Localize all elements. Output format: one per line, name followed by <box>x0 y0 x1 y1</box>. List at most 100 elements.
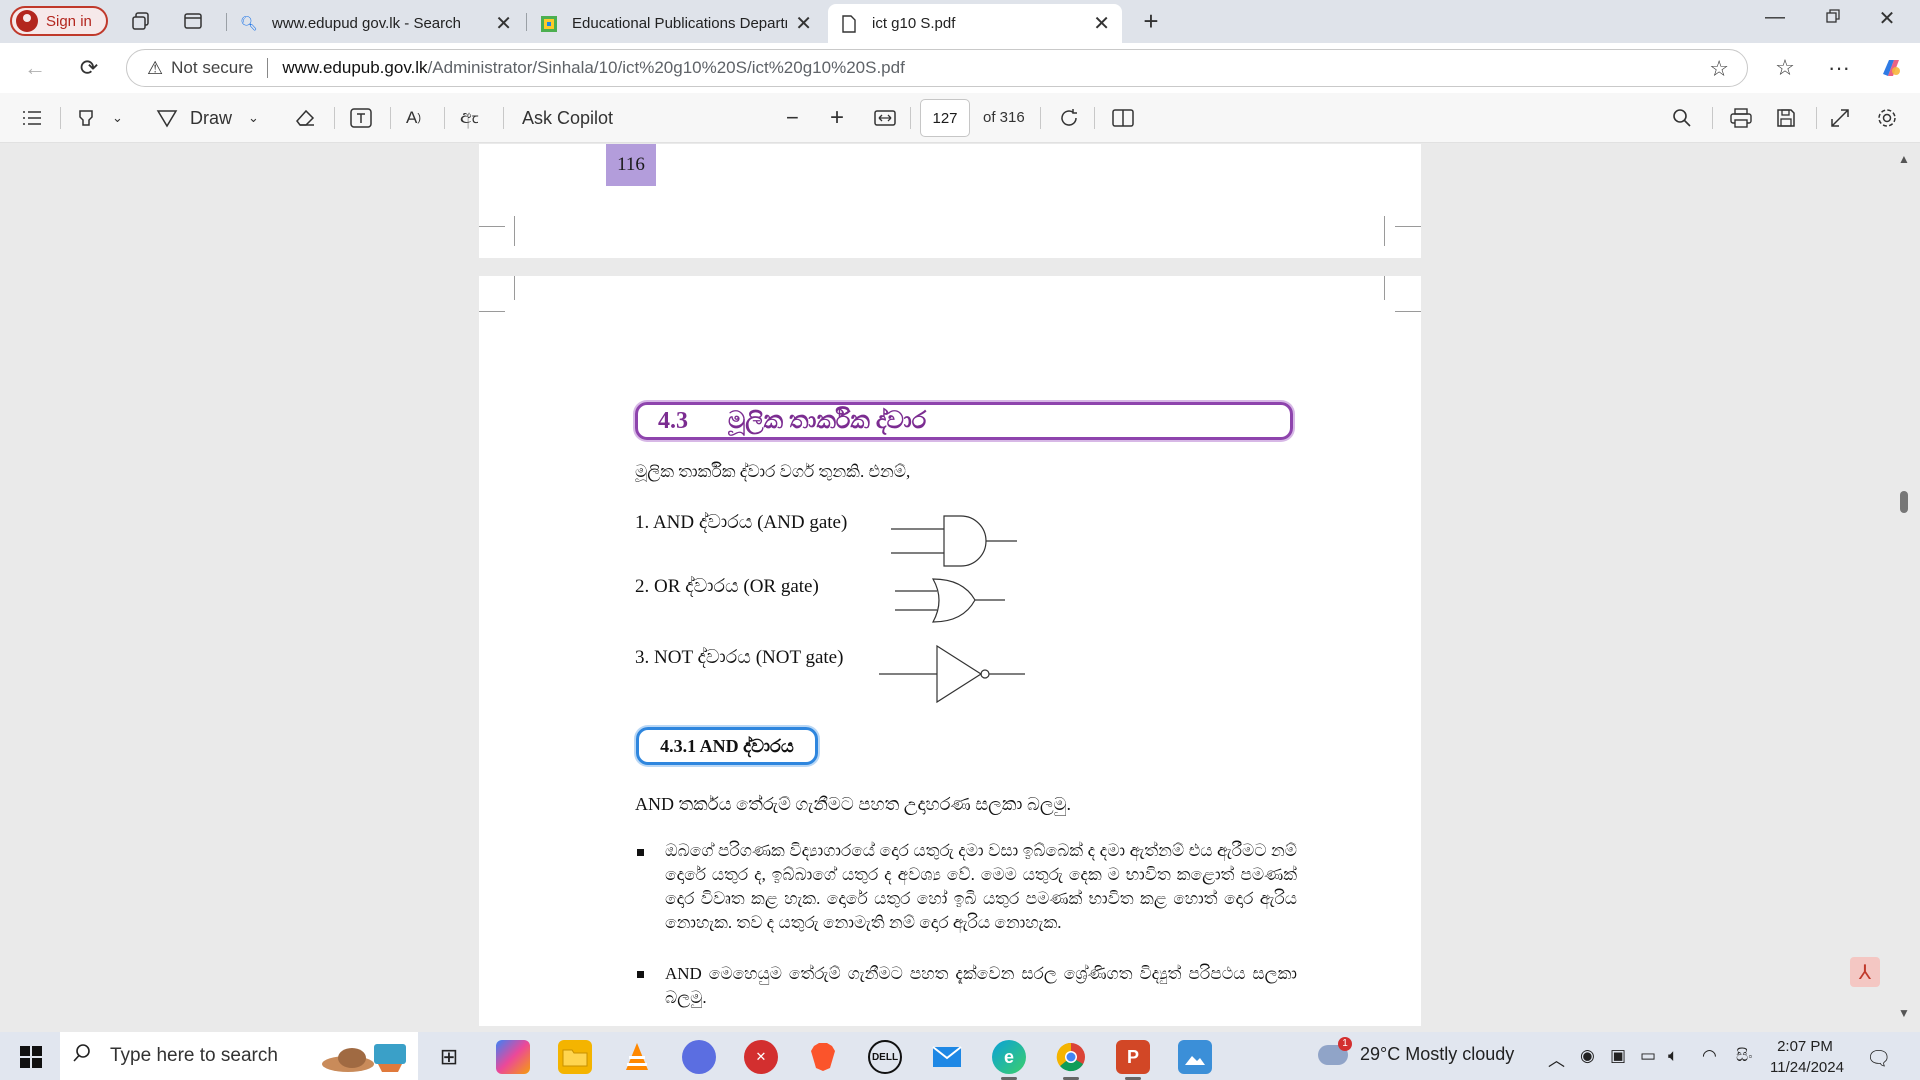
translate-icon[interactable]: අꞇ <box>460 105 479 131</box>
meet-icon[interactable]: ▣ <box>1610 1046 1626 1066</box>
zoom-in-icon[interactable]: + <box>830 104 844 131</box>
intro-text: මූලික තාර්කික ද්වාර වර්ග තුනකි. එනම්, <box>635 462 911 481</box>
fit-width-icon[interactable] <box>874 105 896 131</box>
new-tab-icon[interactable]: + <box>1138 6 1164 36</box>
eraser-icon[interactable] <box>294 105 316 131</box>
favorite-star-icon[interactable]: ☆ <box>1709 56 1729 82</box>
pdf-viewer[interactable]: 116 4.3 මූලික තාර්කික ද්වාර මූලික තාර්කි… <box>0 144 1920 1026</box>
highlight-icon[interactable] <box>76 105 96 131</box>
bullet-marker <box>637 971 644 978</box>
windows-start-icon[interactable] <box>20 1046 42 1068</box>
read-aloud-icon[interactable]: A) <box>406 105 421 131</box>
clock[interactable]: 2:07 PM 11/24/2024 <box>1770 1036 1844 1078</box>
contents-icon[interactable] <box>22 105 42 131</box>
mail-icon[interactable] <box>930 1040 964 1074</box>
antivirus-icon[interactable]: ✕ <box>744 1040 778 1074</box>
ask-copilot-button[interactable]: Ask Copilot <box>522 105 613 131</box>
close-tab-icon[interactable]: ✕ <box>795 11 812 36</box>
vertical-scrollbar[interactable]: ▲ ▼ <box>1893 144 1915 1026</box>
back-icon[interactable]: ← <box>20 53 50 83</box>
gate-label-or: 2. OR ද්වාරය (OR gate) <box>635 576 819 597</box>
copilot-icon[interactable] <box>1876 53 1906 83</box>
fullscreen-icon[interactable] <box>1830 105 1850 131</box>
scroll-up-icon[interactable]: ▲ <box>1898 152 1910 166</box>
task-view-icon[interactable]: ⊞ <box>432 1040 466 1074</box>
warning-icon[interactable]: ⚠ <box>147 58 163 79</box>
search-icon[interactable] <box>1672 105 1692 131</box>
scroll-down-icon[interactable]: ▼ <box>1898 1006 1910 1020</box>
settings-icon[interactable] <box>1876 105 1898 131</box>
zoom-out-icon[interactable]: − <box>786 105 799 131</box>
page-number-badge: 116 <box>606 144 656 186</box>
site-favicon-icon <box>540 15 558 33</box>
draw-button[interactable]: Draw ⌄ <box>156 105 259 131</box>
chevron-down-icon: ⌄ <box>248 110 259 125</box>
search-icon: 🔍︎ <box>240 15 258 31</box>
tab-actions-icon[interactable] <box>180 8 206 34</box>
tab-pdf[interactable]: ict g10 S.pdf ✕ <box>828 4 1122 43</box>
scroll-thumb[interactable] <box>1900 491 1908 513</box>
print-icon[interactable] <box>1730 105 1752 131</box>
profile-icon <box>16 10 38 32</box>
dell-icon[interactable]: DELL <box>868 1040 902 1074</box>
battery-icon[interactable]: ▭ <box>1640 1046 1656 1066</box>
save-icon[interactable] <box>1776 105 1796 131</box>
page-count: of 316 <box>983 109 1025 126</box>
tab-search[interactable]: 🔍︎ www.edupud gov.lk - Search ✕ <box>228 4 524 43</box>
chevron-down-icon[interactable]: ⌄ <box>112 105 123 131</box>
subsection-heading: 4.3.1 AND ද්වාරය <box>636 727 818 765</box>
brave-browser-icon[interactable] <box>806 1040 840 1074</box>
weather-text: 29°C Mostly cloudy <box>1360 1044 1515 1064</box>
gate-label-not: 3. NOT ද්වාරය (NOT gate) <box>635 647 844 668</box>
address-bar-row: ← ⟳ ⚠ Not secure www.edupub.gov.lk/Admin… <box>0 43 1920 93</box>
copilot-app-icon[interactable] <box>496 1040 530 1074</box>
favorites-icon[interactable]: ☆ <box>1770 53 1800 83</box>
section-heading: 4.3 මූලික තාර්කික ද්වාර <box>635 402 1293 440</box>
pdf-action-icon[interactable]: ⅄ <box>1850 957 1880 987</box>
tab-title: www.edupud gov.lk - Search <box>272 15 461 32</box>
tab-edupub[interactable]: Educational Publications Departm ✕ <box>528 4 824 43</box>
close-tab-icon[interactable]: ✕ <box>495 11 512 36</box>
restore-icon[interactable] <box>1810 6 1856 29</box>
taskbar-search-box[interactable]: Type here to search <box>60 1032 418 1080</box>
weather-widget[interactable]: 1 29°C Mostly cloudy <box>1318 1036 1515 1065</box>
record-icon[interactable]: ◉ <box>1580 1046 1595 1066</box>
sign-in-button[interactable]: Sign in <box>10 6 108 36</box>
draw-icon <box>156 110 178 128</box>
volume-icon[interactable]: 🔈︎ <box>1668 1046 1678 1066</box>
cloud-icon: 1 <box>1318 1036 1352 1065</box>
draw-label: Draw <box>190 107 233 128</box>
rotate-icon[interactable] <box>1058 105 1080 131</box>
close-tab-icon[interactable]: ✕ <box>1093 11 1110 36</box>
wifi-icon[interactable]: ◠ <box>1702 1046 1717 1066</box>
chrome-icon[interactable] <box>1054 1040 1088 1074</box>
url-path: /Administrator/Sinhala/10/ict%20g10%20S/… <box>427 58 905 77</box>
gate-label-and: 1. AND ද්වාරය (AND gate) <box>635 512 848 533</box>
close-window-icon[interactable]: ✕ <box>1864 6 1910 31</box>
tab-title: ict g10 S.pdf <box>872 15 956 32</box>
bullet-paragraph-1: ඔබගේ පරිගණක විද්‍යාගාරයේ දොර යතුරු දමා ව… <box>665 841 1297 932</box>
url-host: www.edupub.gov.lk <box>282 58 428 77</box>
search-highlight-image <box>322 1044 406 1072</box>
page-number-input[interactable]: 127 <box>920 99 970 137</box>
text-box-icon[interactable] <box>350 105 372 131</box>
app-icon[interactable] <box>682 1040 716 1074</box>
page-view-icon[interactable] <box>1112 105 1134 131</box>
edge-browser-icon[interactable]: e <box>992 1040 1026 1074</box>
powerpoint-icon[interactable]: P <box>1116 1040 1150 1074</box>
vlc-icon[interactable] <box>620 1040 654 1074</box>
security-label[interactable]: Not secure <box>171 58 253 78</box>
address-bar[interactable]: ⚠ Not secure www.edupub.gov.lk/Administr… <box>126 49 1748 87</box>
file-explorer-icon[interactable] <box>558 1040 592 1074</box>
show-hidden-icons-icon[interactable]: ︿ <box>1548 1046 1565 1071</box>
refresh-icon[interactable]: ⟳ <box>74 53 104 83</box>
minimize-icon[interactable]: — <box>1752 6 1798 29</box>
tab-title: Educational Publications Departm <box>572 15 788 32</box>
more-options-icon[interactable]: ··· <box>1824 53 1854 83</box>
language-icon[interactable]: සිං <box>1736 1046 1753 1066</box>
pdf-page-previous: 116 <box>479 144 1421 258</box>
notifications-icon[interactable]: 🗨︎ <box>1866 1046 1891 1071</box>
workspaces-icon[interactable] <box>128 8 154 34</box>
photos-icon[interactable] <box>1178 1040 1212 1074</box>
search-placeholder: Type here to search <box>110 1045 278 1066</box>
